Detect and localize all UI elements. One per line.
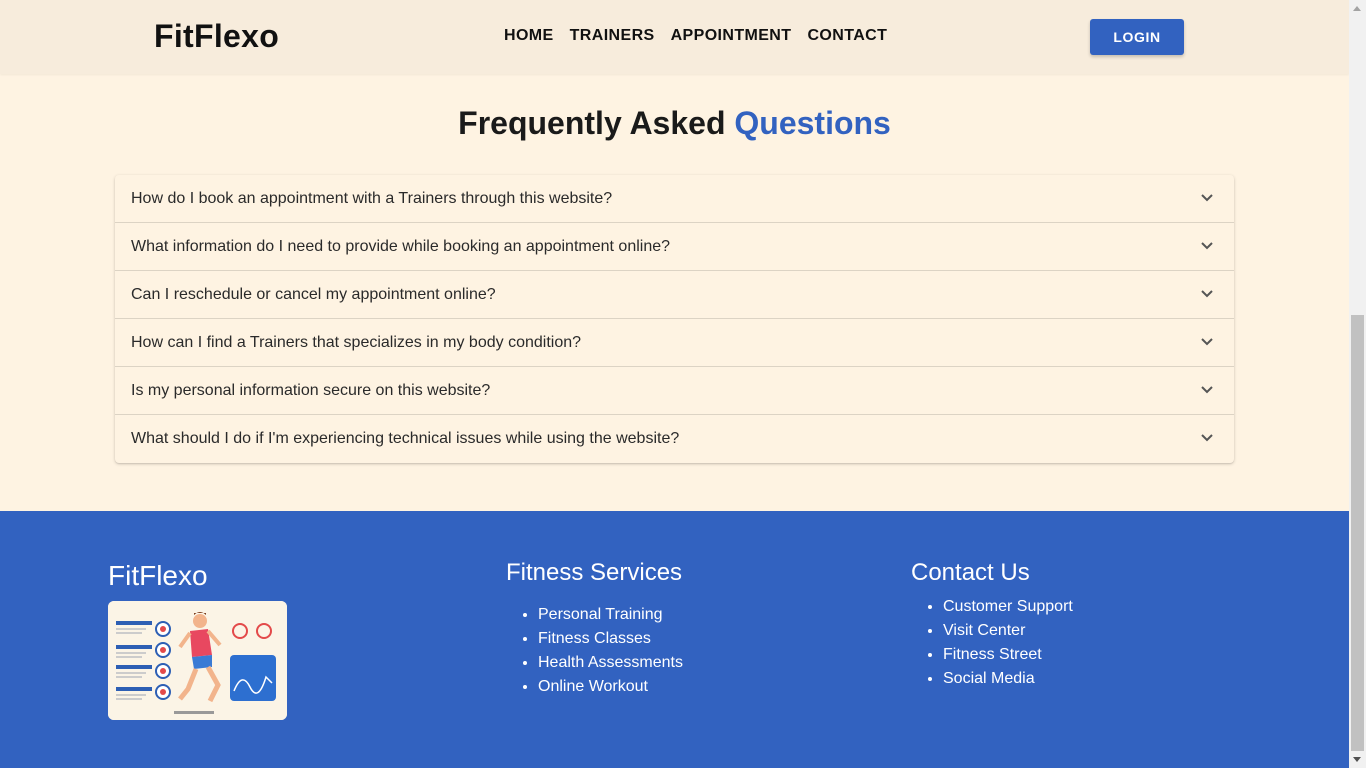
faq-question: Can I reschedule or cancel my appointmen… (131, 286, 496, 303)
faq-title: Frequently Asked Questions (0, 105, 1349, 142)
faq-question: What should I do if I'm experiencing tec… (131, 430, 680, 447)
nav-appointment[interactable]: APPOINTMENT (671, 27, 792, 45)
faq-item[interactable]: How can I find a Trainers that specializ… (115, 319, 1234, 367)
faq-question: Is my personal information secure on thi… (131, 382, 491, 399)
services-item[interactable]: Fitness Classes (538, 627, 683, 651)
scroll-down-icon[interactable] (1353, 757, 1361, 762)
services-heading: Fitness Services (506, 559, 683, 586)
nav-trainers[interactable]: TRAINERS (570, 27, 655, 45)
contact-item[interactable]: Social Media (943, 667, 1073, 691)
faq-item[interactable]: Can I reschedule or cancel my appointmen… (115, 271, 1234, 319)
nav-contact[interactable]: CONTACT (807, 27, 887, 45)
contact-item[interactable]: Customer Support (943, 595, 1073, 619)
fitness-infographic-image (108, 601, 287, 720)
chevron-down-icon[interactable] (1200, 433, 1214, 443)
faq-item[interactable]: How do I book an appointment with a Trai… (115, 175, 1234, 223)
chevron-down-icon[interactable] (1200, 193, 1214, 203)
scroll-up-icon[interactable] (1353, 6, 1361, 11)
faq-title-prefix: Frequently Asked (458, 105, 726, 141)
faq-item[interactable]: What should I do if I'm experiencing tec… (115, 415, 1234, 463)
chevron-down-icon[interactable] (1200, 385, 1214, 395)
login-button[interactable]: LOGIN (1090, 19, 1184, 55)
site-footer: FitFlexo Fitness Services • Personal Tra… (0, 511, 1349, 768)
faq-title-accent: Questions (734, 105, 891, 141)
faq-question: How can I find a Trainers that specializ… (131, 334, 582, 351)
vertical-scrollbar[interactable] (1349, 0, 1366, 768)
services-item[interactable]: Personal Training (538, 603, 683, 627)
faq-item[interactable]: Is my personal information secure on thi… (115, 367, 1234, 415)
footer-brand: FitFlexo (108, 560, 208, 591)
services-item[interactable]: Health Assessments (538, 651, 683, 675)
nav-home[interactable]: HOME (504, 27, 554, 45)
contact-item[interactable]: Visit Center (943, 619, 1073, 643)
chevron-down-icon[interactable] (1200, 289, 1214, 299)
scroll-thumb[interactable] (1351, 315, 1364, 751)
faq-accordion: How do I book an appointment with a Trai… (115, 175, 1234, 463)
page: FitFlexo HOME TRAINERS APPOINTMENT CONTA… (0, 0, 1349, 768)
chevron-down-icon[interactable] (1200, 241, 1214, 251)
site-logo[interactable]: FitFlexo (154, 18, 279, 55)
chevron-down-icon[interactable] (1200, 337, 1214, 347)
contact-list: Customer Support Visit Center Fitness St… (911, 595, 1073, 691)
services-list: Personal Training Fitness Classes Health… (506, 603, 683, 699)
contact-heading: Contact Us (911, 559, 1030, 586)
faq-item[interactable]: What information do I need to provide wh… (115, 223, 1234, 271)
main-nav: HOME TRAINERS APPOINTMENT CONTACT (504, 27, 887, 45)
contact-item[interactable]: Fitness Street (943, 643, 1073, 667)
site-header: FitFlexo HOME TRAINERS APPOINTMENT CONTA… (0, 0, 1349, 74)
faq-question: What information do I need to provide wh… (131, 238, 671, 255)
services-item[interactable]: Online Workout (538, 675, 683, 699)
faq-question: How do I book an appointment with a Trai… (131, 190, 613, 207)
